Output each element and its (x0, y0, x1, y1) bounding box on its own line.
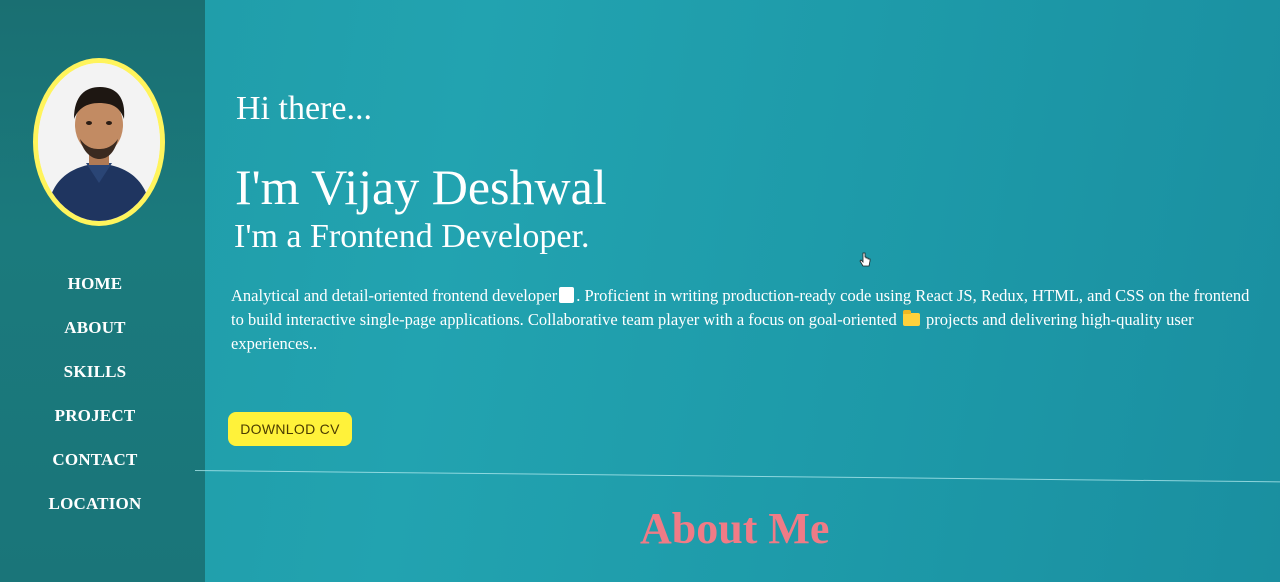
profile-photo-illustration (38, 63, 160, 221)
hero-bio: Analytical and detail-oriented frontend … (231, 284, 1261, 356)
greeting-text: Hi there... (236, 90, 372, 127)
nav-item-skills[interactable]: SKILLS (0, 350, 190, 394)
nav-item-contact[interactable]: CONTACT (0, 438, 190, 482)
section-divider (194, 470, 1280, 483)
nav-item-about[interactable]: ABOUT (0, 306, 190, 350)
sidebar-nav: HOME ABOUT SKILLS PROJECT CONTACT LOCATI… (0, 262, 190, 526)
sidebar: HOME ABOUT SKILLS PROJECT CONTACT LOCATI… (0, 0, 205, 582)
download-cv-button[interactable]: DOWNLOD CV (228, 412, 352, 446)
nav-item-project[interactable]: PROJECT (0, 394, 190, 438)
hero-role: I'm a Frontend Developer. (234, 218, 590, 255)
folder-emoji-icon (902, 310, 920, 326)
nav-item-location[interactable]: LOCATION (0, 482, 190, 526)
main-content: Hi there... I'm Vijay Deshwal I'm a Fron… (194, 0, 1280, 582)
nav-item-home[interactable]: HOME (0, 262, 190, 306)
about-me-heading: About Me (640, 504, 830, 553)
bio-part-1: Analytical and detail-oriented frontend … (231, 286, 558, 305)
hand-cursor-icon (859, 252, 871, 267)
profile-photo (38, 63, 160, 221)
hero-name: I'm Vijay Deshwal (235, 159, 607, 215)
portfolio-page: HOME ABOUT SKILLS PROJECT CONTACT LOCATI… (0, 0, 1280, 582)
document-emoji-icon (559, 287, 575, 303)
profile-avatar (33, 58, 165, 226)
